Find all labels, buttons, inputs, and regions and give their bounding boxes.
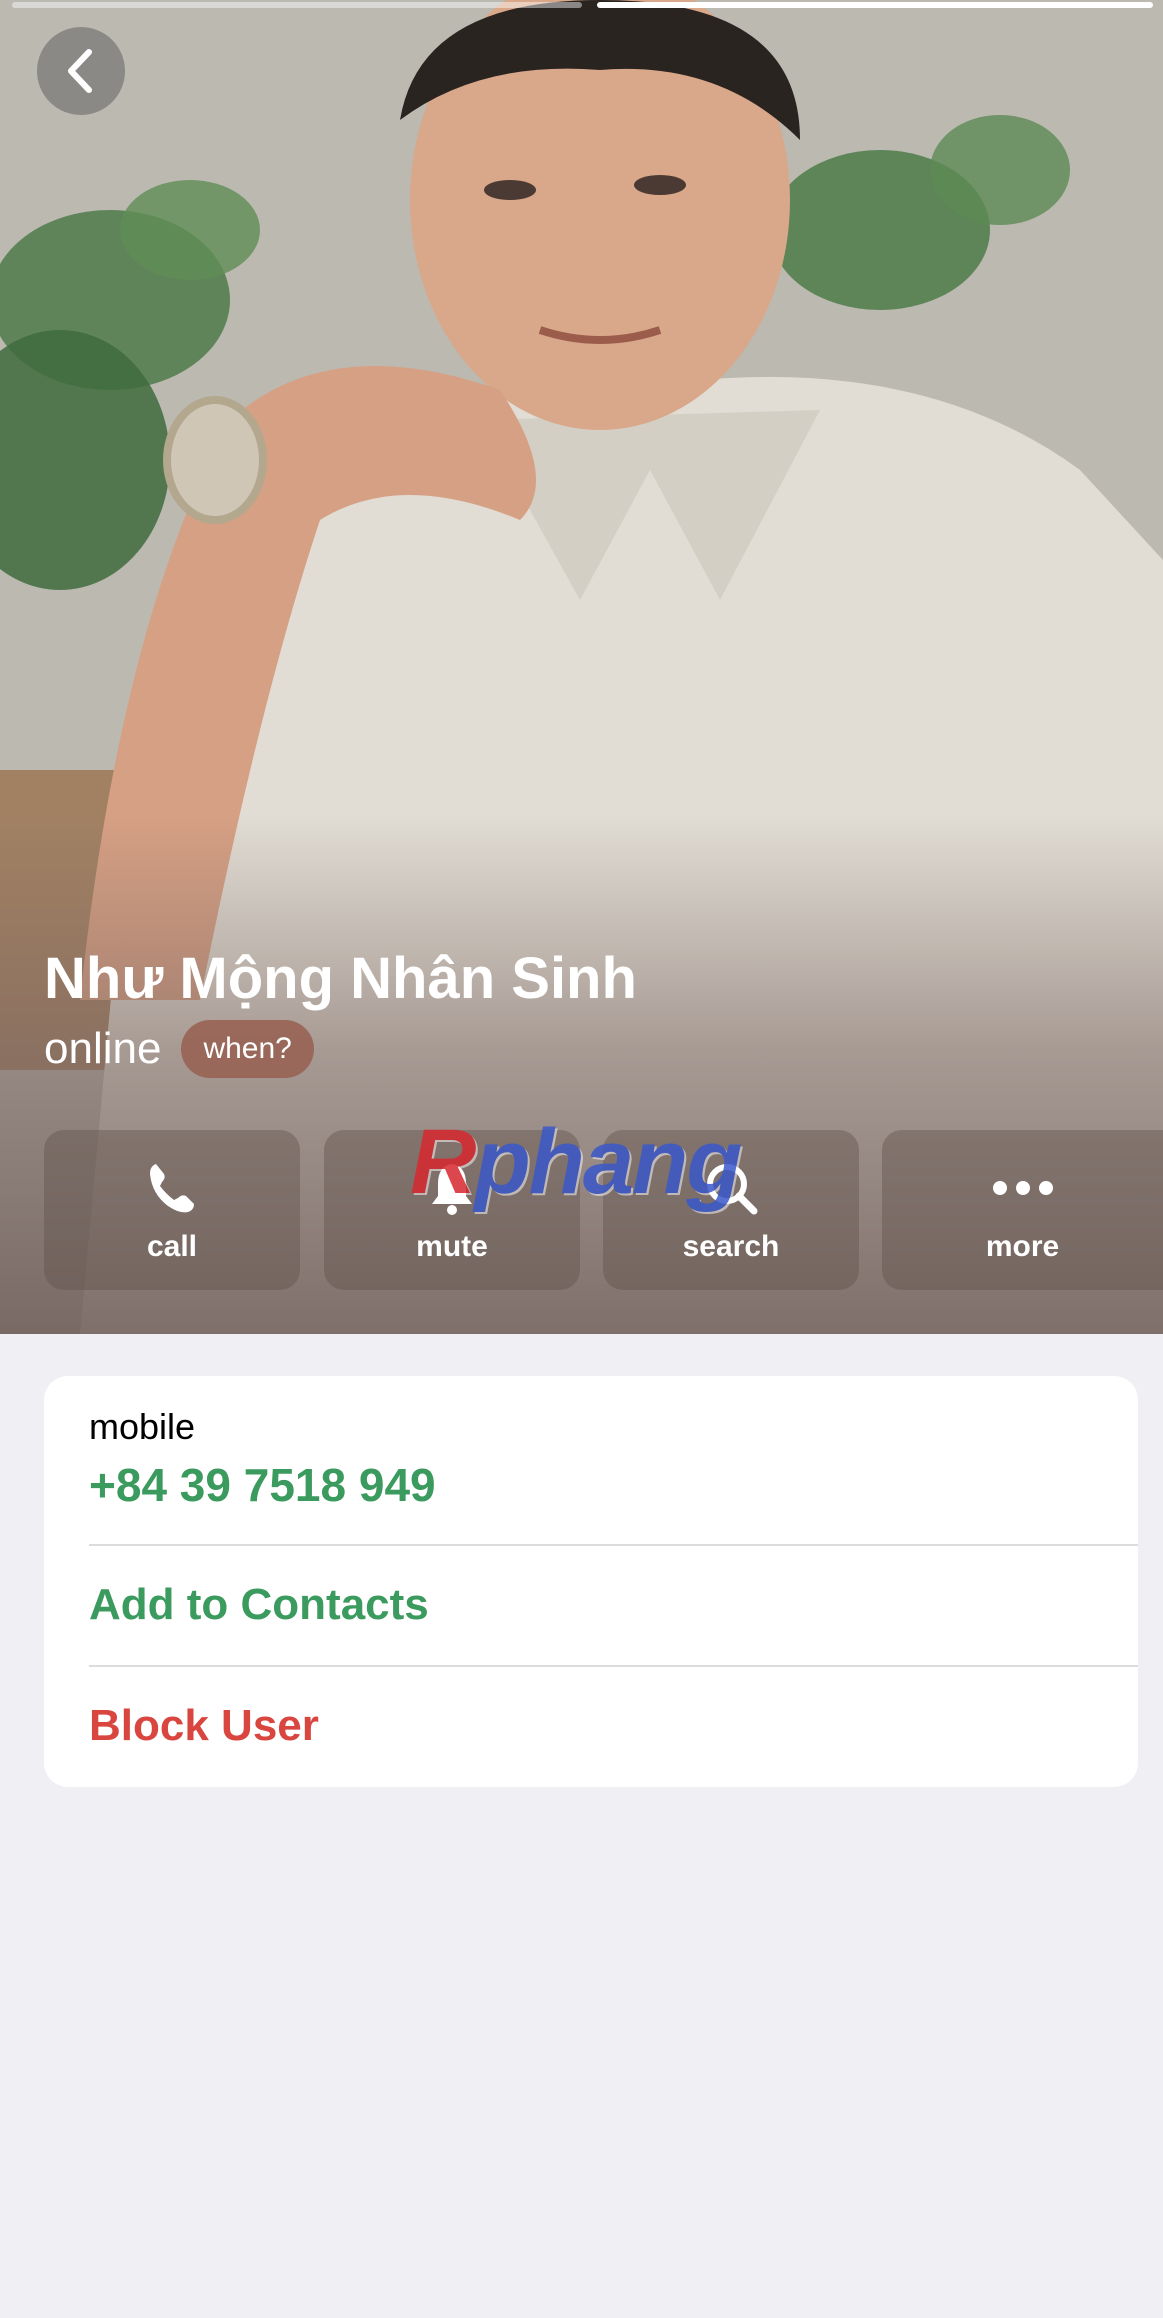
profile-name: Như Mộng Nhân Sinh [44,946,637,1011]
back-button[interactable] [37,27,125,115]
story-progress-bar-1 [12,2,582,8]
divider [89,1665,1138,1667]
mute-label: mute [416,1230,488,1263]
profile-photo-header: Như Mộng Nhân Sinh online when? call mut… [0,0,1163,1334]
contact-info-card: mobile +84 39 7518 949 Add to Contacts B… [44,1376,1138,1787]
search-label: search [682,1230,780,1263]
more-label: more [985,1230,1060,1263]
phone-icon [150,1164,194,1213]
phone-number[interactable]: +84 39 7518 949 [89,1458,436,1512]
add-to-contacts-button[interactable]: Add to Contacts [89,1580,429,1630]
more-button[interactable]: more [882,1130,1163,1290]
online-status: online [44,1024,162,1073]
status-row: online when? [44,1020,314,1078]
block-user-button[interactable]: Block User [89,1701,319,1751]
when-button[interactable]: when? [181,1020,314,1078]
divider [89,1544,1138,1546]
watermark-logo: Rphang [410,1111,742,1213]
call-button[interactable]: call [44,1130,300,1290]
call-label: call [146,1230,198,1263]
chevron-left-icon [68,49,92,93]
phone-label: mobile [89,1406,196,1447]
more-dots-icon [992,1181,1053,1195]
story-progress-bar-2 [597,2,1153,8]
